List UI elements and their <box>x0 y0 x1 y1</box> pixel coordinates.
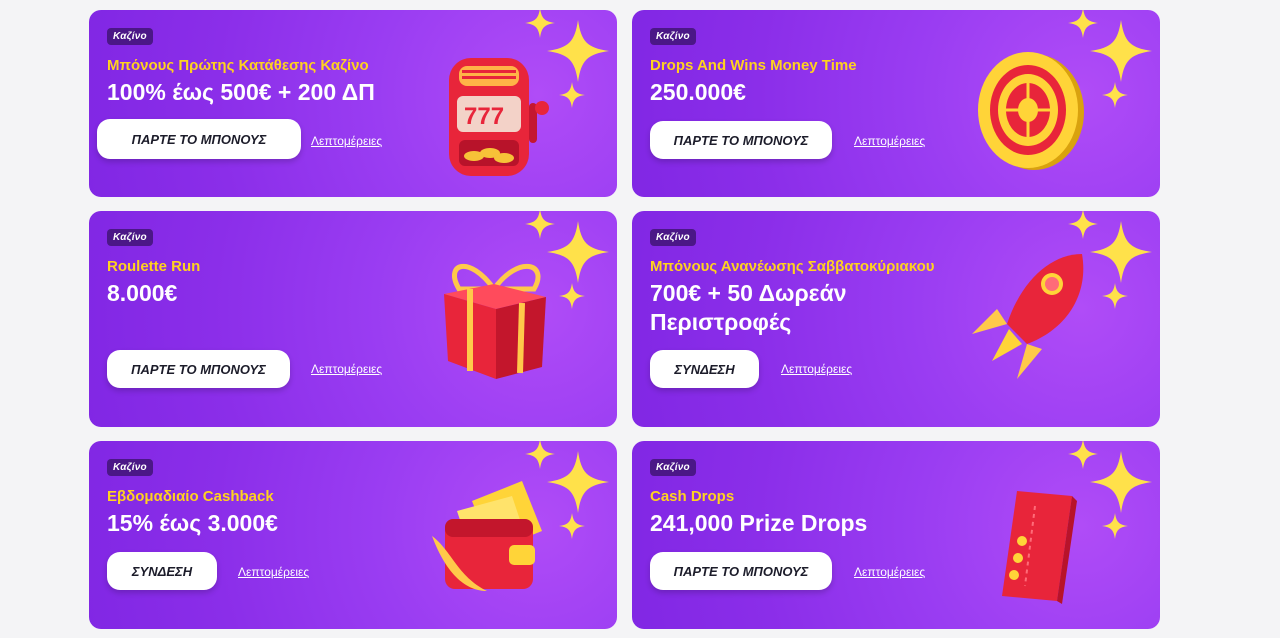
roulette-wheel-icon <box>978 52 1084 170</box>
category-badge: Καζίνο <box>107 28 153 45</box>
claim-bonus-button[interactable]: ΠΑΡΤΕ ΤΟ ΜΠΟΝΟΥΣ <box>107 350 290 388</box>
promo-card-drops-and-wins: Καζίνο Drops And Wins Money Time 250.000… <box>632 10 1160 197</box>
promo-card-weekly-cashback: Καζίνο Εβδομαδιαίο Cashback 15% έως 3.00… <box>89 441 617 629</box>
promo-headline: 100% έως 500€ + 200 ΔΠ <box>107 79 375 105</box>
details-link[interactable]: Λεπτομέρειες <box>238 565 309 579</box>
sparkle-icon <box>547 20 609 82</box>
login-button[interactable]: ΣΥΝΔΕΣΗ <box>650 350 759 388</box>
wallet-icon <box>432 481 542 591</box>
sparkle-icon <box>547 451 609 513</box>
category-badge: Καζίνο <box>650 229 696 246</box>
promo-subtitle: Roulette Run <box>107 258 201 275</box>
promo-headline: 700€ + 50 Δωρεάν Περιστροφές <box>650 280 847 335</box>
details-link[interactable]: Λεπτομέρειες <box>854 565 925 579</box>
svg-text:777: 777 <box>464 103 504 130</box>
login-button[interactable]: ΣΥΝΔΕΣΗ <box>107 552 217 590</box>
category-badge: Καζίνο <box>107 229 153 246</box>
promo-headline: 250.000€ <box>650 79 746 105</box>
promo-card-first-deposit: Καζίνο Μπόνους Πρώτης Κατάθεσης Καζίνο 1… <box>89 10 617 197</box>
details-link[interactable]: Λεπτομέρειες <box>311 134 382 148</box>
category-badge: Καζίνο <box>650 28 696 45</box>
claim-bonus-button[interactable]: ΠΑΡΤΕ ΤΟ ΜΠΟΝΟΥΣ <box>650 552 832 590</box>
details-link[interactable]: Λεπτομέρειες <box>311 362 382 376</box>
sparkle-icon <box>1090 221 1152 283</box>
promo-headline: 15% έως 3.000€ <box>107 510 278 536</box>
promo-subtitle: Μπόνους Πρώτης Κατάθεσης Καζίνο <box>107 57 369 74</box>
details-link[interactable]: Λεπτομέρειες <box>781 362 852 376</box>
sparkle-icon <box>1090 20 1152 82</box>
sparkle-icon <box>1102 82 1128 108</box>
promo-headline: 8.000€ <box>107 280 178 306</box>
gift-box-icon <box>444 263 546 379</box>
promo-subtitle: Cash Drops <box>650 488 735 505</box>
category-badge: Καζίνο <box>107 459 153 476</box>
slot-machine-icon: 777 <box>449 58 549 176</box>
promo-subtitle: Drops And Wins Money Time <box>650 57 857 74</box>
promo-headline: 241,000 Prize Drops <box>650 510 868 536</box>
sparkle-icon <box>1102 513 1128 539</box>
rocket-icon <box>972 254 1084 379</box>
claim-bonus-button[interactable]: ΠΑΡΤΕ ΤΟ ΜΠΟΝΟΥΣ <box>97 119 301 159</box>
sparkle-icon <box>1090 451 1152 513</box>
claim-bonus-button[interactable]: ΠΑΡΤΕ ΤΟ ΜΠΟΝΟΥΣ <box>650 121 832 159</box>
details-link[interactable]: Λεπτομέρειες <box>854 134 925 148</box>
sparkle-icon <box>559 513 585 539</box>
promo-card-cash-drops: Καζίνο Cash Drops 241,000 Prize Drops ΠΑ… <box>632 441 1160 629</box>
promo-subtitle: Μπόνους Ανανέωσης Σαββατοκύριακου <box>650 258 935 275</box>
promo-card-weekend-reload: Καζίνο Μπόνους Ανανέωσης Σαββατοκύριακου… <box>632 211 1160 427</box>
sparkle-icon <box>559 82 585 108</box>
ticket-icon <box>1002 491 1077 604</box>
promo-card-roulette-run: Καζίνο Roulette Run 8.000€ ΠΑΡΤΕ ΤΟ ΜΠΟΝ… <box>89 211 617 427</box>
sparkle-icon <box>1102 283 1128 309</box>
sparkle-icon <box>559 283 585 309</box>
promo-subtitle: Εβδομαδιαίο Cashback <box>107 488 274 505</box>
category-badge: Καζίνο <box>650 459 696 476</box>
